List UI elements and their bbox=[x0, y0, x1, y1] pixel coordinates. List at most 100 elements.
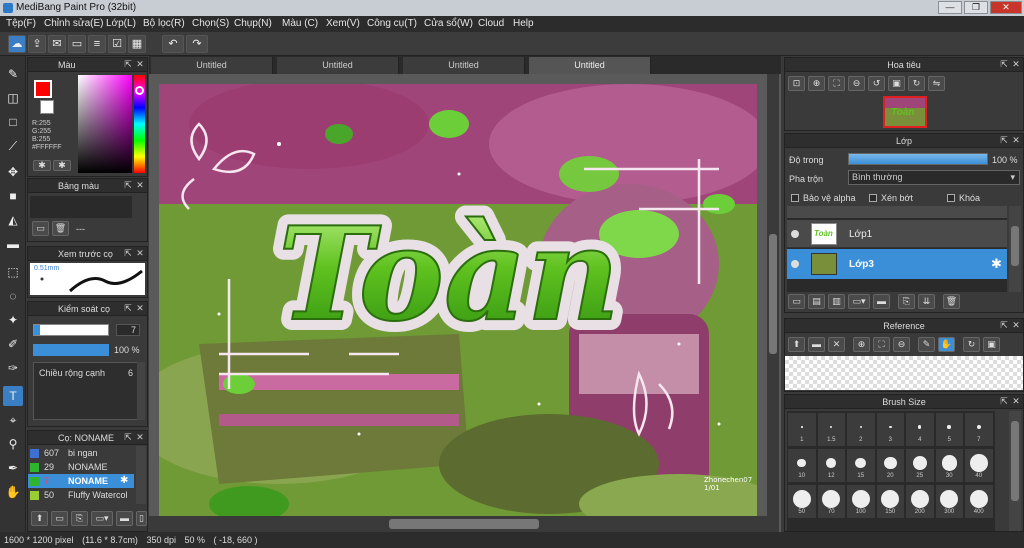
brush-size-cell[interactable]: 10 bbox=[788, 449, 816, 482]
copy-brush-icon[interactable]: ⎘ bbox=[71, 511, 88, 526]
close-icon[interactable]: ✕ bbox=[1011, 396, 1021, 406]
delete-layer-icon[interactable]: 🗑 bbox=[943, 294, 960, 309]
actual-size-icon[interactable]: ⛶ bbox=[873, 337, 890, 352]
grid-icon[interactable]: ▦ bbox=[128, 35, 146, 53]
brush-size-cell[interactable]: 25 bbox=[906, 449, 934, 482]
layer-row-selected[interactable]: Lớp3 ✱ bbox=[787, 249, 1007, 279]
popout-icon[interactable]: ⇱ bbox=[123, 303, 133, 313]
pen-tool-icon[interactable]: ✒ bbox=[3, 458, 23, 478]
hand-tool-icon[interactable]: ✋ bbox=[3, 482, 23, 502]
popout-icon[interactable]: ⇱ bbox=[999, 396, 1009, 406]
select-pen-icon[interactable]: ✐ bbox=[3, 334, 23, 354]
new-8bit-layer-icon[interactable]: ▥ bbox=[828, 294, 845, 309]
text-tool-icon[interactable]: T bbox=[3, 386, 23, 406]
brush-size-value[interactable]: 7 bbox=[116, 324, 140, 336]
comment-icon[interactable]: ✉ bbox=[48, 35, 66, 53]
close-reference-icon[interactable]: ✕ bbox=[828, 337, 845, 352]
new-layer-icon[interactable]: ▭ bbox=[788, 294, 805, 309]
list-item[interactable]: 29 NONAME bbox=[28, 460, 134, 474]
popout-icon[interactable]: ⇱ bbox=[123, 180, 133, 190]
artwork[interactable]: Toàn Toàn Zhonechen07 1/01 bbox=[159, 84, 757, 520]
brush-tool-icon[interactable]: ✎ bbox=[3, 64, 23, 84]
close-icon[interactable]: ✕ bbox=[1011, 135, 1021, 145]
palette-swatch-area[interactable] bbox=[30, 196, 132, 218]
secondary-color-swatch[interactable] bbox=[40, 100, 54, 114]
blend-mode-select[interactable]: Bình thường ▾ bbox=[848, 170, 1020, 185]
duplicate-layer-icon[interactable]: ⎘ bbox=[898, 294, 915, 309]
brush-size-cell[interactable]: 20 bbox=[876, 449, 904, 482]
brush-size-scrollbar[interactable] bbox=[1009, 411, 1021, 531]
brush-size-cell[interactable]: 300 bbox=[935, 485, 963, 518]
reference-canvas[interactable] bbox=[785, 356, 1023, 390]
horizontal-scroll-thumb[interactable] bbox=[389, 519, 539, 529]
new-palette-icon[interactable]: ▭ bbox=[32, 221, 49, 236]
list-item[interactable]: 50 Fluffy Watercol bbox=[28, 488, 134, 502]
close-icon[interactable]: ✕ bbox=[1011, 320, 1021, 330]
gradient-tool-icon[interactable]: ▬ bbox=[3, 234, 23, 254]
flip-icon[interactable]: ⇋ bbox=[928, 76, 945, 91]
brush-menu-icon[interactable]: ▭▾ bbox=[91, 511, 113, 526]
protect-alpha-checkbox[interactable] bbox=[791, 194, 799, 202]
brush-size-cell[interactable]: 1.5 bbox=[817, 413, 845, 446]
fill-shape-icon[interactable]: ■ bbox=[3, 186, 23, 206]
cloud-upload-icon[interactable]: ⬆ bbox=[788, 337, 805, 352]
magic-wand-icon[interactable]: ✦ bbox=[3, 310, 23, 330]
menu-tools[interactable]: Công cụ(T) bbox=[367, 18, 417, 29]
brush-size-cell[interactable]: 3 bbox=[876, 413, 904, 446]
menu-cloud[interactable]: Cloud bbox=[478, 18, 504, 29]
open-folder-icon[interactable]: ▬ bbox=[808, 337, 825, 352]
popout-icon[interactable]: ⇱ bbox=[123, 59, 133, 69]
brush-size-cell[interactable]: 15 bbox=[847, 449, 875, 482]
close-button[interactable]: ✕ bbox=[990, 1, 1022, 14]
zoom-out-icon[interactable]: ⊖ bbox=[848, 76, 865, 91]
brush-size-cell[interactable]: 30 bbox=[935, 449, 963, 482]
layer-menu-icon[interactable]: ▭▾ bbox=[848, 294, 870, 309]
brush-opacity-slider[interactable] bbox=[33, 344, 109, 356]
popout-icon[interactable]: ⇱ bbox=[999, 135, 1009, 145]
brush-size-cell[interactable]: 5 bbox=[935, 413, 963, 446]
cloud-icon[interactable]: ☁ bbox=[8, 35, 26, 53]
fit-window-icon[interactable]: ▣ bbox=[888, 76, 905, 91]
brush-size-cell[interactable]: 12 bbox=[817, 449, 845, 482]
eyedropper-icon[interactable]: ✎ bbox=[918, 337, 935, 352]
brush-size-cell[interactable]: 200 bbox=[906, 485, 934, 518]
close-icon[interactable]: ✕ bbox=[135, 180, 145, 190]
color-saturation-field[interactable] bbox=[78, 75, 132, 173]
brush-size-cell[interactable]: 1 bbox=[788, 413, 816, 446]
hand-icon[interactable]: ✋ bbox=[938, 337, 955, 352]
layer-opacity-slider[interactable] bbox=[848, 153, 988, 165]
edge-width-value[interactable]: 6 bbox=[128, 368, 133, 378]
tab-untitled-4[interactable]: Untitled bbox=[529, 57, 651, 74]
brush-size-cell[interactable]: 50 bbox=[788, 485, 816, 518]
brush-size-cell[interactable]: 150 bbox=[876, 485, 904, 518]
gear-icon[interactable]: ✱ bbox=[991, 256, 1002, 272]
menu-layer[interactable]: Lớp(L) bbox=[106, 18, 136, 29]
menu-snap[interactable]: Chụp(N) bbox=[234, 18, 272, 29]
lock-checkbox[interactable] bbox=[947, 194, 955, 202]
popout-icon[interactable]: ⇱ bbox=[123, 432, 133, 442]
zoom-fit-icon[interactable]: ⊡ bbox=[788, 76, 805, 91]
share-icon[interactable]: ⇪ bbox=[28, 35, 46, 53]
folder-icon[interactable]: ▬ bbox=[873, 294, 890, 309]
move-tool-icon[interactable]: ✥ bbox=[3, 162, 23, 182]
redo-icon[interactable]: ↷ bbox=[186, 35, 208, 53]
popout-icon[interactable]: ⇱ bbox=[999, 320, 1009, 330]
operation-tool-icon[interactable]: ⌖ bbox=[3, 410, 23, 430]
list-icon[interactable]: ≡ bbox=[88, 35, 106, 53]
layer-row[interactable]: Toàn Lớp1 bbox=[787, 220, 1007, 248]
rotate-left-icon[interactable]: ↺ bbox=[868, 76, 885, 91]
close-icon[interactable]: ✕ bbox=[135, 59, 145, 69]
canvas-vertical-scrollbar[interactable] bbox=[767, 74, 779, 532]
merge-layer-icon[interactable]: ⇊ bbox=[918, 294, 935, 309]
maximize-button[interactable]: ❐ bbox=[964, 1, 988, 14]
bucket-tool-icon[interactable]: ◭ bbox=[3, 210, 23, 230]
document-icon[interactable]: ▭ bbox=[68, 35, 86, 53]
new-halftone-layer-icon[interactable]: ▤ bbox=[808, 294, 825, 309]
brush-list-scrollbar[interactable] bbox=[136, 446, 146, 504]
brush-size-cell[interactable]: 100 bbox=[847, 485, 875, 518]
layer-list-scrollbar[interactable] bbox=[1009, 206, 1021, 292]
brush-size-cell[interactable]: 7 bbox=[965, 413, 993, 446]
actual-size-icon[interactable]: ⛶ bbox=[828, 76, 845, 91]
add-brush-icon[interactable]: ⬆ bbox=[31, 511, 48, 526]
fit-icon[interactable]: ▣ bbox=[983, 337, 1000, 352]
